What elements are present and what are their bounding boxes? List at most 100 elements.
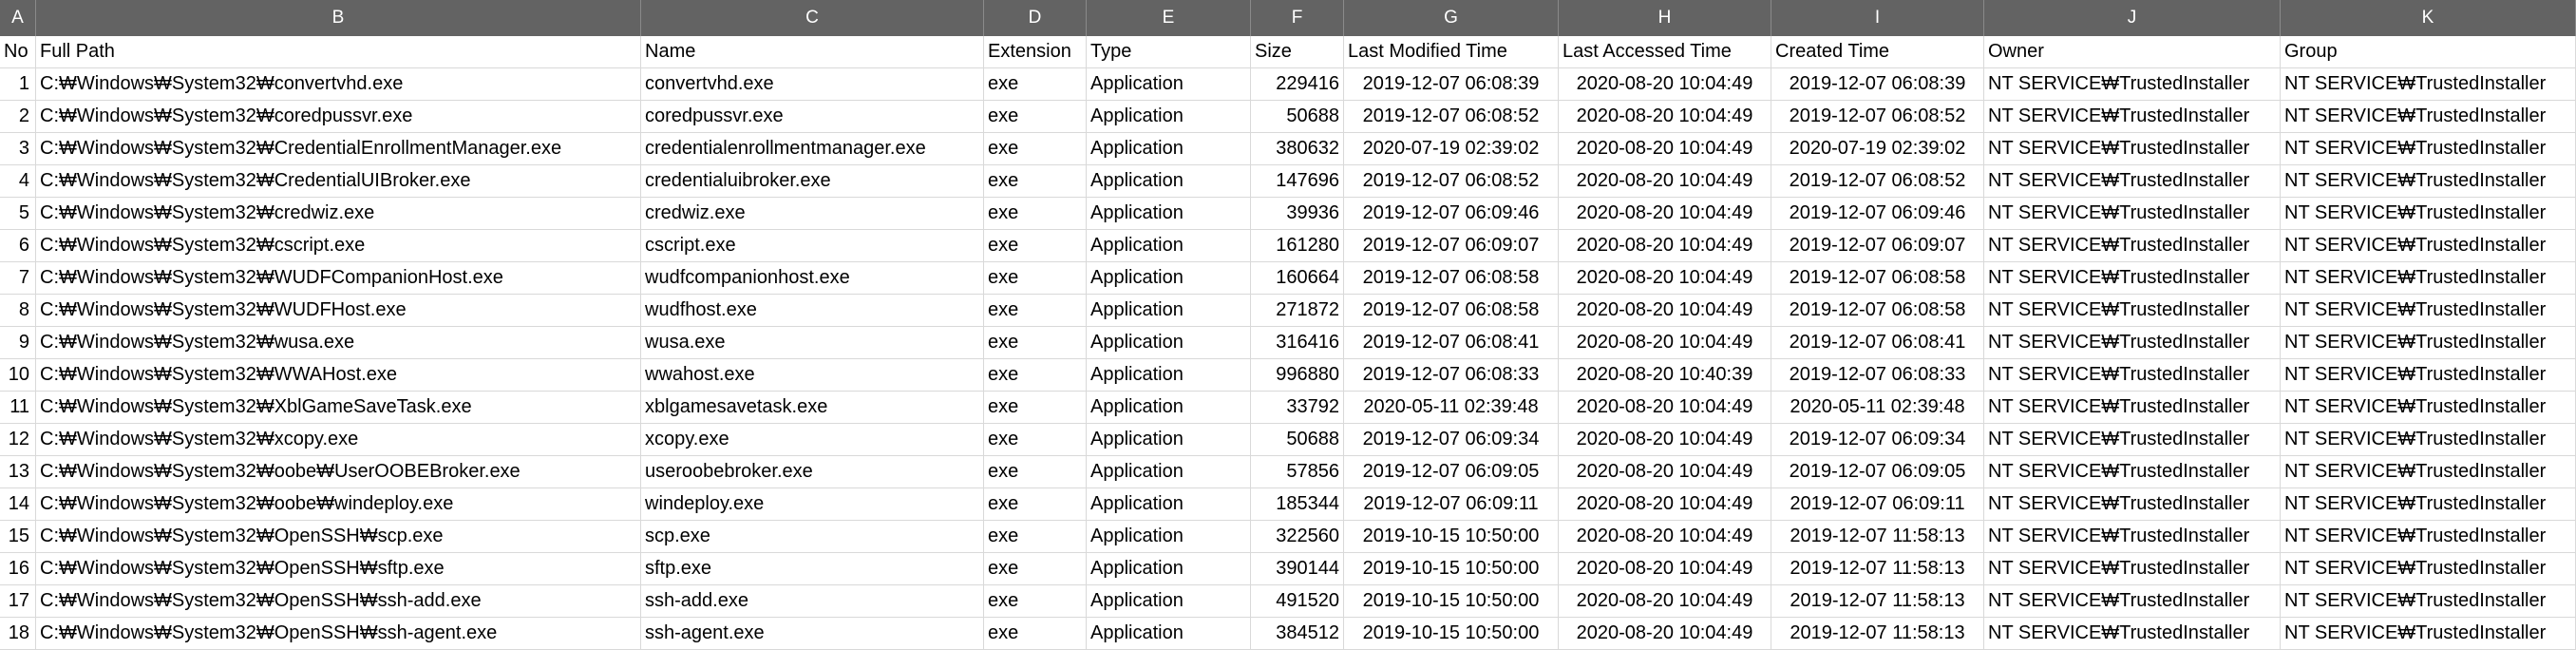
cell-owner[interactable]: NT SERVICE₩TrustedInstaller [1984, 618, 2281, 650]
cell-full-path[interactable]: C:₩Windows₩System32₩CredentialUIBroker.e… [36, 165, 641, 198]
cell-created[interactable]: 2019-12-07 11:58:13 [1771, 521, 1984, 553]
cell-group[interactable]: NT SERVICE₩TrustedInstaller [2281, 392, 2576, 424]
cell-created[interactable]: 2019-12-07 06:09:11 [1771, 488, 1984, 521]
cell-extension[interactable]: exe [984, 262, 1087, 295]
cell-last-accessed[interactable]: 2020-08-20 10:04:49 [1559, 424, 1771, 456]
cell-last-accessed[interactable]: 2020-08-20 10:04:49 [1559, 488, 1771, 521]
header-full-path[interactable]: Full Path [36, 36, 641, 68]
cell-owner[interactable]: NT SERVICE₩TrustedInstaller [1984, 392, 2281, 424]
cell-last-accessed[interactable]: 2020-08-20 10:04:49 [1559, 521, 1771, 553]
cell-owner[interactable]: NT SERVICE₩TrustedInstaller [1984, 230, 2281, 262]
header-name[interactable]: Name [641, 36, 984, 68]
cell-extension[interactable]: exe [984, 230, 1087, 262]
cell-name[interactable]: coredpussvr.exe [641, 101, 984, 133]
cell-size[interactable]: 316416 [1251, 327, 1344, 359]
header-last-modified[interactable]: Last Modified Time [1344, 36, 1559, 68]
column-letter-f[interactable]: F [1251, 0, 1344, 36]
cell-created[interactable]: 2019-12-07 11:58:13 [1771, 618, 1984, 650]
cell-last-modified[interactable]: 2019-10-15 10:50:00 [1344, 553, 1559, 585]
cell-name[interactable]: sftp.exe [641, 553, 984, 585]
cell-no[interactable]: 2 [0, 101, 36, 133]
cell-no[interactable]: 18 [0, 618, 36, 650]
cell-created[interactable]: 2019-12-07 06:08:39 [1771, 68, 1984, 101]
cell-last-modified[interactable]: 2019-10-15 10:50:00 [1344, 521, 1559, 553]
cell-group[interactable]: NT SERVICE₩TrustedInstaller [2281, 262, 2576, 295]
cell-extension[interactable]: exe [984, 585, 1087, 618]
cell-full-path[interactable]: C:₩Windows₩System32₩credwiz.exe [36, 198, 641, 230]
cell-name[interactable]: convertvhd.exe [641, 68, 984, 101]
cell-created[interactable]: 2019-12-07 06:09:05 [1771, 456, 1984, 488]
header-size[interactable]: Size [1251, 36, 1344, 68]
cell-extension[interactable]: exe [984, 165, 1087, 198]
cell-created[interactable]: 2019-12-07 06:08:52 [1771, 101, 1984, 133]
cell-created[interactable]: 2019-12-07 06:09:34 [1771, 424, 1984, 456]
cell-extension[interactable]: exe [984, 359, 1087, 392]
column-letter-e[interactable]: E [1087, 0, 1251, 36]
cell-type[interactable]: Application [1087, 101, 1251, 133]
cell-last-modified[interactable]: 2019-12-07 06:09:34 [1344, 424, 1559, 456]
cell-extension[interactable]: exe [984, 553, 1087, 585]
cell-size[interactable]: 491520 [1251, 585, 1344, 618]
cell-last-modified[interactable]: 2019-12-07 06:08:58 [1344, 295, 1559, 327]
cell-extension[interactable]: exe [984, 424, 1087, 456]
cell-name[interactable]: scp.exe [641, 521, 984, 553]
cell-created[interactable]: 2019-12-07 06:08:58 [1771, 262, 1984, 295]
cell-last-modified[interactable]: 2019-12-07 06:08:52 [1344, 101, 1559, 133]
cell-last-modified[interactable]: 2019-12-07 06:08:39 [1344, 68, 1559, 101]
cell-size[interactable]: 57856 [1251, 456, 1344, 488]
cell-extension[interactable]: exe [984, 68, 1087, 101]
header-type[interactable]: Type [1087, 36, 1251, 68]
cell-group[interactable]: NT SERVICE₩TrustedInstaller [2281, 327, 2576, 359]
cell-full-path[interactable]: C:₩Windows₩System32₩coredpussvr.exe [36, 101, 641, 133]
cell-last-accessed[interactable]: 2020-08-20 10:04:49 [1559, 618, 1771, 650]
cell-no[interactable]: 16 [0, 553, 36, 585]
cell-size[interactable]: 390144 [1251, 553, 1344, 585]
cell-last-accessed[interactable]: 2020-08-20 10:04:49 [1559, 295, 1771, 327]
cell-extension[interactable]: exe [984, 295, 1087, 327]
cell-name[interactable]: cscript.exe [641, 230, 984, 262]
cell-last-accessed[interactable]: 2020-08-20 10:04:49 [1559, 262, 1771, 295]
cell-full-path[interactable]: C:₩Windows₩System32₩convertvhd.exe [36, 68, 641, 101]
cell-owner[interactable]: NT SERVICE₩TrustedInstaller [1984, 424, 2281, 456]
cell-type[interactable]: Application [1087, 456, 1251, 488]
cell-group[interactable]: NT SERVICE₩TrustedInstaller [2281, 618, 2576, 650]
cell-group[interactable]: NT SERVICE₩TrustedInstaller [2281, 585, 2576, 618]
header-extension[interactable]: Extension [984, 36, 1087, 68]
cell-type[interactable]: Application [1087, 68, 1251, 101]
cell-full-path[interactable]: C:₩Windows₩System32₩CredentialEnrollment… [36, 133, 641, 165]
cell-last-modified[interactable]: 2019-12-07 06:09:46 [1344, 198, 1559, 230]
cell-full-path[interactable]: C:₩Windows₩System32₩oobe₩UserOOBEBroker.… [36, 456, 641, 488]
cell-owner[interactable]: NT SERVICE₩TrustedInstaller [1984, 101, 2281, 133]
cell-name[interactable]: credentialuibroker.exe [641, 165, 984, 198]
cell-name[interactable]: xblgamesavetask.exe [641, 392, 984, 424]
cell-no[interactable]: 17 [0, 585, 36, 618]
cell-type[interactable]: Application [1087, 198, 1251, 230]
column-letter-k[interactable]: K [2281, 0, 2576, 36]
cell-group[interactable]: NT SERVICE₩TrustedInstaller [2281, 133, 2576, 165]
cell-last-accessed[interactable]: 2020-08-20 10:04:49 [1559, 392, 1771, 424]
cell-size[interactable]: 33792 [1251, 392, 1344, 424]
cell-name[interactable]: wudfhost.exe [641, 295, 984, 327]
cell-type[interactable]: Application [1087, 585, 1251, 618]
cell-full-path[interactable]: C:₩Windows₩System32₩WUDFCompanionHost.ex… [36, 262, 641, 295]
cell-group[interactable]: NT SERVICE₩TrustedInstaller [2281, 68, 2576, 101]
cell-extension[interactable]: exe [984, 488, 1087, 521]
cell-size[interactable]: 229416 [1251, 68, 1344, 101]
cell-size[interactable]: 380632 [1251, 133, 1344, 165]
cell-last-modified[interactable]: 2019-12-07 06:09:05 [1344, 456, 1559, 488]
cell-no[interactable]: 13 [0, 456, 36, 488]
cell-last-accessed[interactable]: 2020-08-20 10:04:49 [1559, 101, 1771, 133]
cell-no[interactable]: 7 [0, 262, 36, 295]
header-last-accessed[interactable]: Last Accessed Time [1559, 36, 1771, 68]
cell-size[interactable]: 50688 [1251, 101, 1344, 133]
cell-size[interactable]: 996880 [1251, 359, 1344, 392]
cell-group[interactable]: NT SERVICE₩TrustedInstaller [2281, 488, 2576, 521]
cell-last-modified[interactable]: 2019-12-07 06:09:07 [1344, 230, 1559, 262]
cell-group[interactable]: NT SERVICE₩TrustedInstaller [2281, 230, 2576, 262]
cell-created[interactable]: 2019-12-07 06:08:52 [1771, 165, 1984, 198]
cell-last-accessed[interactable]: 2020-08-20 10:40:39 [1559, 359, 1771, 392]
cell-type[interactable]: Application [1087, 618, 1251, 650]
cell-full-path[interactable]: C:₩Windows₩System32₩WWAHost.exe [36, 359, 641, 392]
cell-name[interactable]: credentialenrollmentmanager.exe [641, 133, 984, 165]
cell-size[interactable]: 50688 [1251, 424, 1344, 456]
